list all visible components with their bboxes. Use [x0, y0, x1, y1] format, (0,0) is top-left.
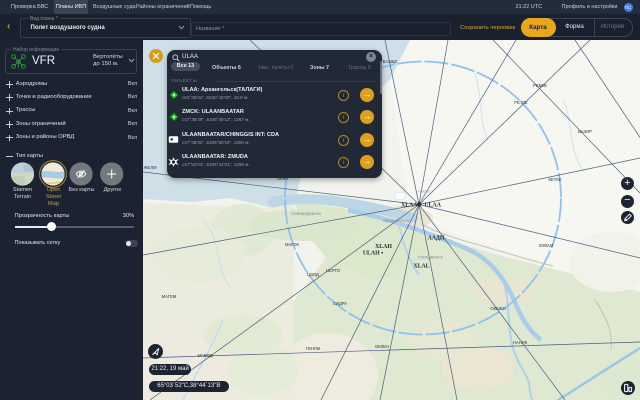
- svg-text:ULAH ▪: ULAH ▪: [363, 251, 383, 257]
- svg-text:ЖЕЛМ: ЖЕЛМ: [144, 165, 157, 170]
- svg-text:Новодвинск: Новодвинск: [417, 255, 443, 260]
- svg-text:ОКЛЕН: ОКЛЕН: [375, 344, 389, 349]
- svg-text:ULAA: ULAA: [425, 203, 442, 209]
- svg-text:XLAA: XLAA: [401, 203, 418, 209]
- svg-text:ЗОВАМ: ЗОВАМ: [539, 243, 554, 248]
- svg-text:XLAH: XLAH: [375, 244, 392, 250]
- svg-text:БАЗЩЕ: БАЗЩЕ: [383, 59, 398, 64]
- svg-text:МАГОК: МАГОК: [285, 242, 300, 247]
- svg-text:ААДП: ААДП: [428, 236, 445, 242]
- svg-text:Северодвинск: Северодвинск: [291, 211, 322, 216]
- svg-text:РЕТЗЕ: РЕТЗЕ: [514, 100, 528, 105]
- svg-text:ГЕНЛМ: ГЕНЛМ: [306, 346, 321, 351]
- svg-text:МАГЕМ: МАГЕМ: [162, 294, 177, 299]
- svg-text:СИДРА: СИДРА: [333, 301, 347, 306]
- svg-text:ЦВОД: ЦВОД: [307, 272, 319, 277]
- svg-text:ОКШЕН: ОКШЕН: [490, 306, 505, 311]
- svg-text:РЕБЕВ: РЕБЕВ: [533, 83, 547, 88]
- svg-text:НАНУВ: НАНУВ: [513, 340, 528, 345]
- svg-text:НАОЗУ: НАОЗУ: [418, 190, 431, 194]
- svg-text:XLAL: XLAL: [413, 264, 429, 270]
- svg-text:МАВОД: МАВОД: [198, 353, 213, 358]
- svg-text:ВАЗИР: ВАЗИР: [578, 129, 592, 134]
- svg-text:Архангельск: Архангельск: [383, 218, 410, 223]
- svg-text:НЕРГО: НЕРГО: [326, 268, 341, 273]
- svg-text:КЕТКЕ: КЕТКЕ: [548, 177, 561, 182]
